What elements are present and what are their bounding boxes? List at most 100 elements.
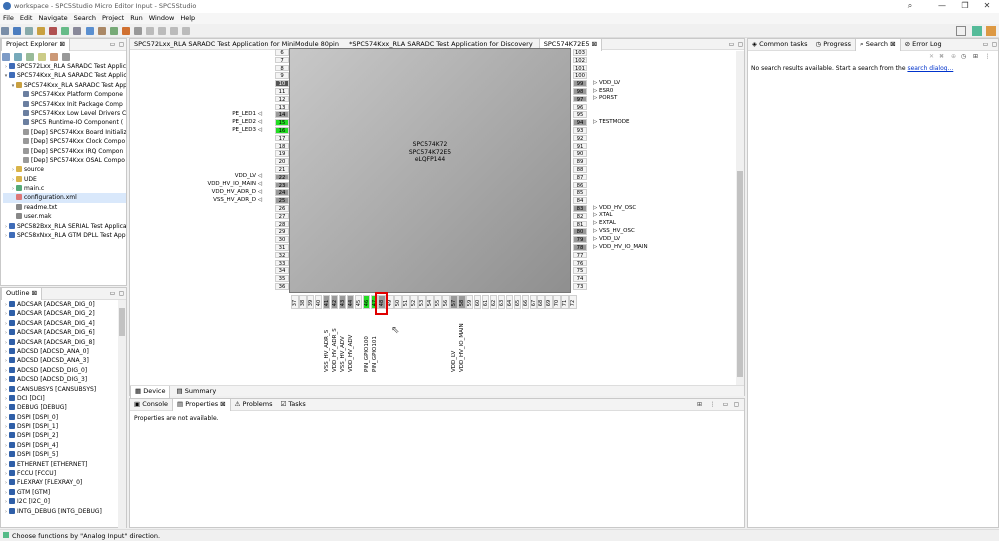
outline-item[interactable]: › CANSUBSYS [CANSUBSYS]	[3, 385, 118, 394]
pin-left[interactable]: 21	[275, 166, 289, 173]
pin-left[interactable]: 6	[275, 49, 289, 56]
tree-item[interactable]: SPC574Kxx Init Package Comp	[3, 100, 126, 109]
tree-item[interactable]: SPC5 Runtime-IO Component (	[3, 118, 126, 127]
signal-label-right[interactable]: ▷ PORST	[593, 95, 673, 101]
board-icon[interactable]	[85, 27, 94, 35]
pin-left[interactable]: 12	[275, 95, 289, 103]
pin-bottom[interactable]: 59	[465, 295, 474, 309]
pin-left[interactable]: 9	[275, 72, 289, 79]
minimize-editor-icon[interactable]: ▭	[728, 41, 735, 48]
pin-bottom[interactable]: 41	[322, 295, 331, 309]
pin-bottom[interactable]: 65	[513, 295, 522, 309]
pin-right[interactable]: 97	[573, 95, 587, 103]
pin-left[interactable]: 34	[275, 267, 289, 274]
pin-bottom[interactable]: 53	[418, 295, 426, 309]
pin-left[interactable]: 32	[275, 251, 289, 259]
signal-label-bottom[interactable]: VSS_HV_ADV	[340, 336, 346, 372]
outline-item[interactable]: › DSPI [DSPI_2]	[3, 431, 118, 440]
pin-bottom[interactable]: 37	[291, 295, 299, 309]
pin-bottom[interactable]: 60	[473, 295, 482, 309]
perspective-icon[interactable]	[956, 26, 966, 36]
signal-label-right[interactable]: ▷ VSS_HV_OSC	[593, 228, 673, 234]
prev-annotation-icon[interactable]	[145, 27, 154, 35]
signal-label-left[interactable]: VSS_HV_ADR_D ◁	[182, 197, 262, 203]
minimize-outline-icon[interactable]: ▭	[109, 290, 116, 297]
pin-bottom[interactable]: 39	[306, 295, 315, 309]
pin-right[interactable]: 85	[573, 189, 587, 196]
pin-bottom[interactable]: 51	[402, 295, 410, 309]
outline-item[interactable]: › ADCSD [ADCSD_DIG_0]	[3, 366, 118, 375]
menu-project[interactable]: Project	[99, 13, 127, 23]
signal-label-left[interactable]: PE_LED1 ◁	[182, 111, 262, 117]
pin-bottom[interactable]: 44	[346, 295, 355, 309]
close-button[interactable]: ✕	[977, 1, 997, 12]
search-menu-icon[interactable]: ⋮	[984, 53, 991, 60]
signal-label-right[interactable]: ▷ XTAL	[593, 212, 673, 218]
outline-scrollbar[interactable]	[118, 300, 126, 528]
signal-label-right[interactable]: ▷ VDD_HV_IO_MAIN	[593, 244, 673, 250]
save-all-icon[interactable]	[25, 27, 34, 35]
pin-right[interactable]: 83	[573, 205, 587, 212]
pin-bottom[interactable]: 55	[434, 295, 442, 309]
pin-bottom[interactable]: 61	[481, 295, 490, 309]
pin-right[interactable]: 91	[573, 142, 587, 150]
pin-left[interactable]: 26	[275, 205, 289, 212]
pin-right[interactable]: 77	[573, 251, 587, 259]
save-icon[interactable]	[13, 27, 22, 35]
tree-item[interactable]: › SPC58xNxx_RLA GTM DPLL Test Appl	[3, 231, 126, 240]
search-tool-icon[interactable]	[133, 27, 142, 35]
pin-right[interactable]: 79	[573, 236, 587, 243]
pin-left[interactable]: 31	[275, 244, 289, 251]
forward-icon[interactable]	[182, 27, 191, 35]
pin-bottom[interactable]: 38	[298, 295, 307, 309]
pin-left[interactable]: 36	[275, 283, 289, 290]
pin-right[interactable]: 84	[573, 197, 587, 204]
pin-right[interactable]: 96	[573, 103, 587, 111]
menu-navigate[interactable]: Navigate	[35, 13, 70, 23]
pin-right[interactable]: 94	[573, 119, 587, 126]
tree-item[interactable]: › source	[3, 165, 126, 174]
outline-item[interactable]: › GTM [GTM]	[3, 488, 118, 497]
outline-item[interactable]: › I2C [I2C_0]	[3, 497, 118, 506]
menu-file[interactable]: File	[0, 13, 17, 23]
minimize-button[interactable]: —	[932, 1, 952, 12]
pin-left[interactable]: 15	[275, 119, 289, 126]
pin-right[interactable]: 90	[573, 150, 587, 157]
collapse-all-icon[interactable]	[2, 53, 10, 61]
back-icon[interactable]	[170, 27, 179, 35]
pin-left[interactable]: 30	[275, 236, 289, 243]
pin-bottom[interactable]: 54	[426, 295, 434, 309]
tree-item[interactable]: SPC574Kxx Low Level Drivers C	[3, 109, 126, 118]
pin-left[interactable]: 7	[275, 56, 289, 64]
minimize-properties-icon[interactable]: ▭	[722, 401, 729, 408]
pin-bottom[interactable]: 56	[442, 295, 450, 309]
outline-item[interactable]: › ADCSAR [ADCSAR_DIG_4]	[3, 319, 118, 328]
tab-error-log[interactable]: ⊘ Error Log	[901, 39, 946, 51]
tree-item[interactable]: [Dep] SPC574Kxx OSAL Compo	[3, 156, 126, 165]
tab-project-explorer[interactable]: Project Explorer ⊠	[1, 39, 70, 51]
tree-item[interactable]: › SPC582Bxx_RLA SERIAL Test Applicati	[3, 222, 126, 231]
tree-item[interactable]: › main.c	[3, 184, 126, 193]
outline-item[interactable]: › ADCSAR [ADCSAR_DIG_2]	[3, 309, 118, 318]
pin-right[interactable]: 103	[573, 49, 587, 56]
tab-properties[interactable]: ▤ Properties ⊠	[172, 399, 231, 411]
pin-bottom[interactable]: 57	[450, 295, 458, 309]
tab-search[interactable]: ⌕ Search ⊠	[855, 39, 901, 51]
pin-bottom[interactable]: 43	[338, 295, 347, 309]
pin-bottom[interactable]: 70	[553, 295, 561, 309]
pin-left[interactable]: 35	[275, 275, 289, 282]
tab-device[interactable]: ▦ Device	[130, 386, 171, 398]
maximize-editor-icon[interactable]: ▢	[737, 41, 744, 48]
signal-label-left[interactable]: PE_LED3 ◁	[182, 127, 262, 133]
outline-item[interactable]: › DCI [DCI]	[3, 394, 118, 403]
pin-left[interactable]: 10	[275, 80, 289, 87]
outline-item[interactable]: › FLEXRAY [FLEXRAY_0]	[3, 478, 118, 487]
remove-icon[interactable]: ✕	[928, 53, 935, 60]
signal-label-right[interactable]: ▷ ESR0	[593, 88, 673, 94]
debug-icon[interactable]	[49, 27, 58, 35]
settings-icon[interactable]	[73, 27, 82, 35]
signal-label-bottom[interactable]: VDD_HV_ADV	[348, 335, 354, 372]
pin-left[interactable]: 28	[275, 220, 289, 228]
history-icon[interactable]: ◷	[960, 53, 967, 60]
pin-bottom[interactable]: 40	[314, 295, 323, 309]
